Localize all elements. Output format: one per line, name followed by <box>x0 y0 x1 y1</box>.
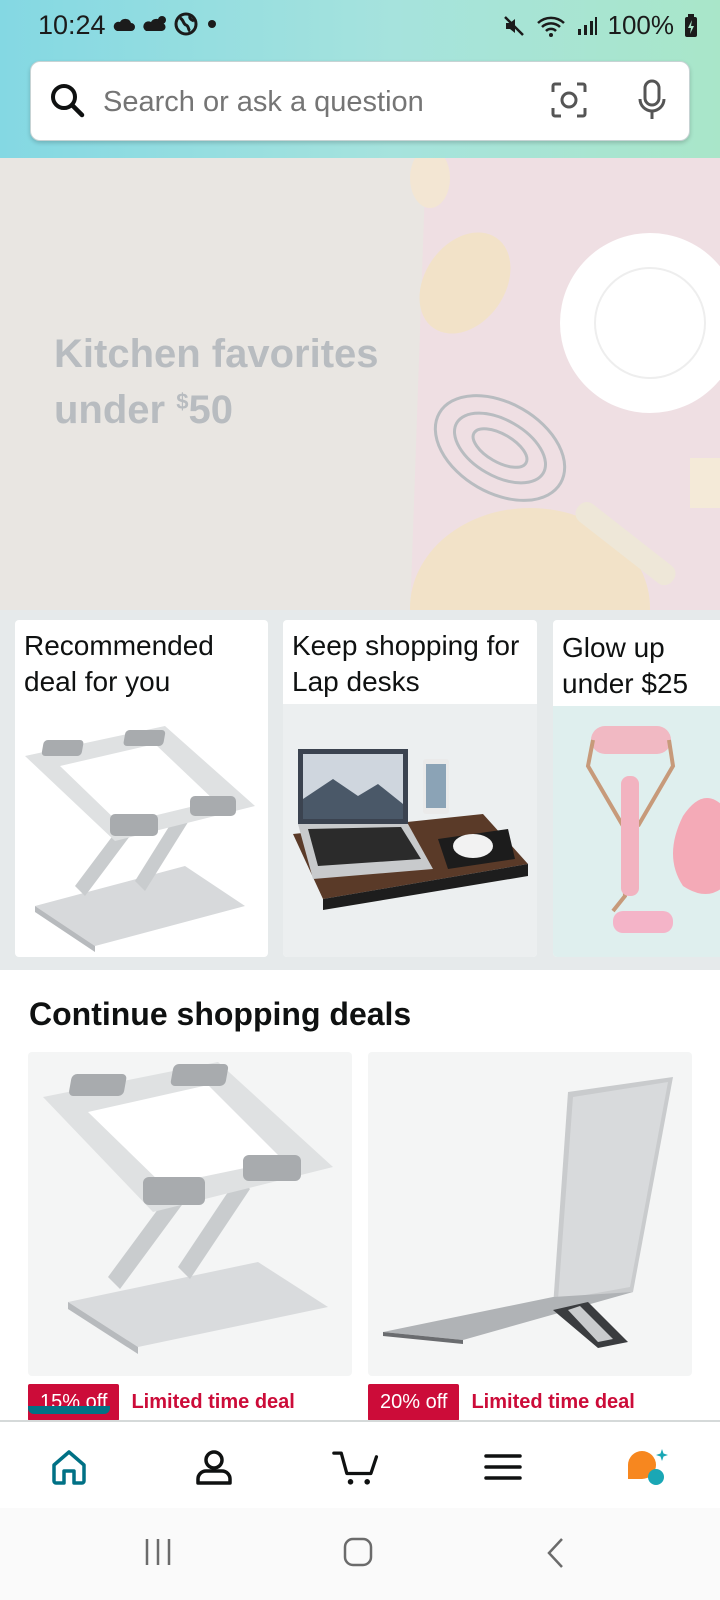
section-title: Continue shopping deals <box>29 996 412 1032</box>
card-title: Recommended deal for you <box>24 630 214 697</box>
status-bar: 10:24 100% <box>0 0 720 52</box>
mute-icon <box>503 15 524 36</box>
search-input[interactable] <box>103 84 533 120</box>
rufus-ai-icon <box>628 1449 668 1485</box>
back-icon[interactable] <box>544 1536 568 1570</box>
kitchen-utensils-image <box>410 158 720 618</box>
cloud-icon <box>113 18 135 31</box>
deal-product-tile[interactable] <box>28 1052 352 1376</box>
dot-icon <box>208 20 216 28</box>
battery-icon <box>685 13 697 37</box>
wifi-icon <box>536 16 565 37</box>
lap-desk-image <box>283 704 537 957</box>
face-roller-image <box>553 706 720 957</box>
nav-account-button[interactable] <box>189 1442 239 1492</box>
hero-headline: Kitchen favorites under $50 <box>54 332 379 432</box>
signal-icon <box>577 16 597 35</box>
bottom-nav <box>0 1406 720 1508</box>
card-recommended-deal[interactable]: Recommended deal for you <box>15 620 268 957</box>
card-keep-shopping[interactable]: Keep shopping for Lap desks <box>283 620 537 957</box>
card-title: Glow up under $25 <box>562 632 689 699</box>
limited-deal-label: Limited time deal <box>471 1390 635 1413</box>
discount-badge: 15% off <box>28 1383 120 1421</box>
card-glow-up[interactable]: Glow up under $25 <box>553 620 720 957</box>
limited-deal-label: Limited time deal <box>131 1390 295 1413</box>
search-bar[interactable] <box>30 61 690 141</box>
battery-percent: 100% <box>607 10 675 40</box>
deal-badge-row: 15% off Limited time deal <box>28 1383 295 1421</box>
nav-home-button[interactable] <box>44 1442 94 1492</box>
nav-cart-button[interactable] <box>332 1442 382 1492</box>
card-title: Keep shopping for Lap desks <box>292 630 520 697</box>
laptop-stand-image <box>43 1062 333 1354</box>
recent-apps-icon[interactable] <box>143 1536 173 1568</box>
camera-lens-icon[interactable] <box>549 80 589 120</box>
hero-banner[interactable]: Kitchen favorites under $50 <box>0 158 720 618</box>
system-nav-bar <box>0 1508 720 1600</box>
laptop-stand-image <box>25 726 255 952</box>
menu-icon <box>484 1454 522 1480</box>
globe-icon <box>174 12 198 36</box>
account-icon <box>196 1450 232 1485</box>
status-time: 10:24 <box>38 10 106 40</box>
nav-menu-button[interactable] <box>478 1442 528 1492</box>
home-icon <box>52 1450 86 1485</box>
app-header: 10:24 100% <box>0 0 720 158</box>
home-system-icon[interactable] <box>342 1536 374 1568</box>
microphone-icon[interactable] <box>635 78 669 122</box>
nav-rufus-button[interactable] <box>622 1442 672 1492</box>
cart-icon <box>332 1451 379 1485</box>
active-tab-indicator <box>28 1406 110 1414</box>
discount-badge: 20% off <box>368 1383 460 1421</box>
laptop-on-stand-image <box>383 1077 673 1348</box>
deal-product-tile[interactable] <box>368 1052 692 1376</box>
deal-badge-row: 20% off Limited time deal <box>368 1383 635 1421</box>
search-icon[interactable] <box>49 82 87 120</box>
cloud-sync-icon <box>143 16 166 32</box>
